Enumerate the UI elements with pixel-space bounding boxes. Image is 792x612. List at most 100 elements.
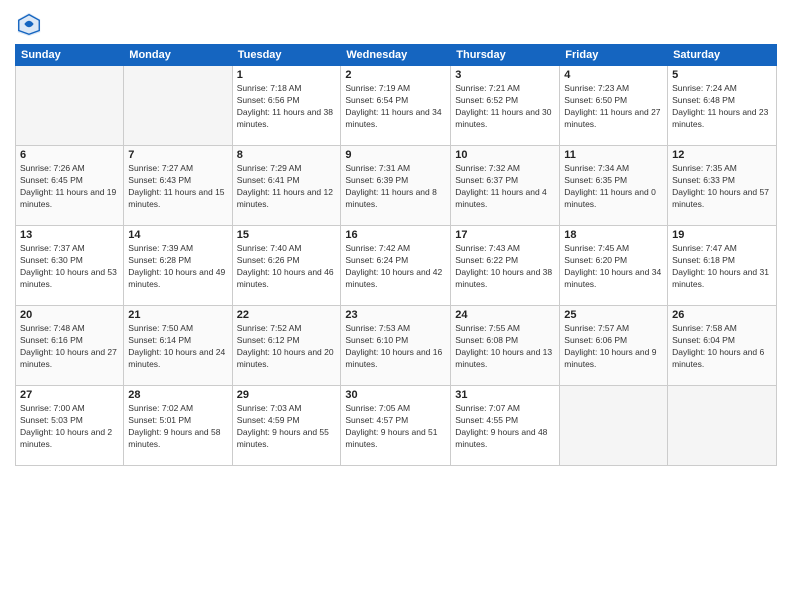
calendar-day-cell [16,66,124,146]
day-info: Sunrise: 7:37 AM Sunset: 6:30 PM Dayligh… [20,243,119,291]
day-info: Sunrise: 7:02 AM Sunset: 5:01 PM Dayligh… [128,403,227,451]
calendar-day-cell: 16Sunrise: 7:42 AM Sunset: 6:24 PM Dayli… [341,226,451,306]
weekday-header: Sunday [16,45,124,66]
day-info: Sunrise: 7:35 AM Sunset: 6:33 PM Dayligh… [672,163,772,211]
day-info: Sunrise: 7:47 AM Sunset: 6:18 PM Dayligh… [672,243,772,291]
day-number: 23 [345,309,446,321]
day-number: 18 [564,229,663,241]
calendar-day-cell: 27Sunrise: 7:00 AM Sunset: 5:03 PM Dayli… [16,386,124,466]
calendar-day-cell: 18Sunrise: 7:45 AM Sunset: 6:20 PM Dayli… [560,226,668,306]
day-number: 19 [672,229,772,241]
calendar-day-cell: 26 Sunrise: 7:58 AM Sunset: 6:04 PM Dayli… [668,306,777,386]
day-info: Sunrise: 7:18 AM Sunset: 6:56 PM Dayligh… [237,83,337,131]
day-number: 22 [237,309,337,321]
weekday-header-row: SundayMondayTuesdayWednesdayThursdayFrid… [16,45,777,66]
day-number: 12 [672,149,772,161]
day-number: 13 [20,229,119,241]
day-info: Sunrise: 7:48 AM Sunset: 6:16 PM Dayligh… [20,323,119,371]
day-info: Sunrise: 7:07 AM Sunset: 4:55 PM Dayligh… [455,403,555,451]
day-info: Sunrise: 7:27 AM Sunset: 6:43 PM Dayligh… [128,163,227,211]
calendar-week-row: 27Sunrise: 7:00 AM Sunset: 5:03 PM Dayli… [16,386,777,466]
day-info: Sunrise: 7:53 AM Sunset: 6:10 PM Dayligh… [345,323,446,371]
day-number: 15 [237,229,337,241]
day-number: 24 [455,309,555,321]
day-info: Sunrise: 7:24 AM Sunset: 6:48 PM Dayligh… [672,83,772,131]
day-info: Sunrise: 7:21 AM Sunset: 6:52 PM Dayligh… [455,83,555,131]
day-info: Sunrise: 7:03 AM Sunset: 4:59 PM Dayligh… [237,403,337,451]
day-number: 14 [128,229,227,241]
calendar-day-cell: 24 Sunrise: 7:55 AM Sunset: 6:08 PM Dayli… [451,306,560,386]
day-number: 4 [564,69,663,81]
calendar-day-cell: 5 Sunrise: 7:24 AM Sunset: 6:48 PM Daylig… [668,66,777,146]
calendar-day-cell: 30Sunrise: 7:05 AM Sunset: 4:57 PM Dayli… [341,386,451,466]
day-info: Sunrise: 7:57 AM Sunset: 6:06 PM Dayligh… [564,323,663,371]
calendar-day-cell: 12 Sunrise: 7:35 AM Sunset: 6:33 PM Dayli… [668,146,777,226]
page-header [15,10,777,38]
weekday-header: Friday [560,45,668,66]
day-number: 20 [20,309,119,321]
day-number: 5 [672,69,772,81]
calendar-day-cell: 9Sunrise: 7:31 AM Sunset: 6:39 PM Daylig… [341,146,451,226]
day-number: 16 [345,229,446,241]
calendar-day-cell: 19 Sunrise: 7:47 AM Sunset: 6:18 PM Dayli… [668,226,777,306]
day-number: 6 [20,149,119,161]
day-number: 26 [672,309,772,321]
calendar-day-cell: 4 Sunrise: 7:23 AM Sunset: 6:50 PM Daylig… [560,66,668,146]
day-info: Sunrise: 7:23 AM Sunset: 6:50 PM Dayligh… [564,83,663,131]
calendar-day-cell [560,386,668,466]
weekday-header: Tuesday [232,45,341,66]
day-number: 28 [128,389,227,401]
day-info: Sunrise: 7:00 AM Sunset: 5:03 PM Dayligh… [20,403,119,451]
weekday-header: Saturday [668,45,777,66]
day-number: 21 [128,309,227,321]
weekday-header: Wednesday [341,45,451,66]
calendar-day-cell: 10 Sunrise: 7:32 AM Sunset: 6:37 PM Dayli… [451,146,560,226]
day-number: 17 [455,229,555,241]
day-number: 25 [564,309,663,321]
calendar-table: SundayMondayTuesdayWednesdayThursdayFrid… [15,44,777,466]
day-info: Sunrise: 7:52 AM Sunset: 6:12 PM Dayligh… [237,323,337,371]
day-info: Sunrise: 7:26 AM Sunset: 6:45 PM Dayligh… [20,163,119,211]
weekday-header: Monday [124,45,232,66]
calendar-day-cell: 20 Sunrise: 7:48 AM Sunset: 6:16 PM Dayli… [16,306,124,386]
calendar-day-cell: 7 Sunrise: 7:27 AM Sunset: 6:43 PM Daylig… [124,146,232,226]
day-number: 31 [455,389,555,401]
calendar-day-cell [668,386,777,466]
day-number: 2 [345,69,446,81]
calendar-day-cell: 6 Sunrise: 7:26 AM Sunset: 6:45 PM Daylig… [16,146,124,226]
calendar-week-row: 20 Sunrise: 7:48 AM Sunset: 6:16 PM Dayli… [16,306,777,386]
calendar-day-cell: 15 Sunrise: 7:40 AM Sunset: 6:26 PM Dayli… [232,226,341,306]
day-number: 3 [455,69,555,81]
calendar-day-cell: 1Sunrise: 7:18 AM Sunset: 6:56 PM Daylig… [232,66,341,146]
calendar-week-row: 6 Sunrise: 7:26 AM Sunset: 6:45 PM Daylig… [16,146,777,226]
day-info: Sunrise: 7:19 AM Sunset: 6:54 PM Dayligh… [345,83,446,131]
logo [15,10,47,38]
day-number: 10 [455,149,555,161]
day-info: Sunrise: 7:39 AM Sunset: 6:28 PM Dayligh… [128,243,227,291]
calendar-week-row: 1Sunrise: 7:18 AM Sunset: 6:56 PM Daylig… [16,66,777,146]
day-info: Sunrise: 7:40 AM Sunset: 6:26 PM Dayligh… [237,243,337,291]
day-number: 8 [237,149,337,161]
calendar-day-cell: 3 Sunrise: 7:21 AM Sunset: 6:52 PM Daylig… [451,66,560,146]
day-number: 7 [128,149,227,161]
day-number: 29 [237,389,337,401]
day-info: Sunrise: 7:55 AM Sunset: 6:08 PM Dayligh… [455,323,555,371]
day-info: Sunrise: 7:43 AM Sunset: 6:22 PM Dayligh… [455,243,555,291]
day-info: Sunrise: 7:58 AM Sunset: 6:04 PM Dayligh… [672,323,772,371]
calendar-day-cell: 21 Sunrise: 7:50 AM Sunset: 6:14 PM Dayli… [124,306,232,386]
day-info: Sunrise: 7:50 AM Sunset: 6:14 PM Dayligh… [128,323,227,371]
calendar-day-cell: 28 Sunrise: 7:02 AM Sunset: 5:01 PM Dayli… [124,386,232,466]
calendar-day-cell: 2 Sunrise: 7:19 AM Sunset: 6:54 PM Daylig… [341,66,451,146]
day-info: Sunrise: 7:34 AM Sunset: 6:35 PM Dayligh… [564,163,663,211]
calendar-day-cell: 29 Sunrise: 7:03 AM Sunset: 4:59 PM Dayli… [232,386,341,466]
day-info: Sunrise: 7:31 AM Sunset: 6:39 PM Dayligh… [345,163,446,211]
calendar-day-cell: 25 Sunrise: 7:57 AM Sunset: 6:06 PM Dayli… [560,306,668,386]
day-info: Sunrise: 7:32 AM Sunset: 6:37 PM Dayligh… [455,163,555,211]
calendar-day-cell [124,66,232,146]
day-number: 11 [564,149,663,161]
calendar-day-cell: 22 Sunrise: 7:52 AM Sunset: 6:12 PM Dayli… [232,306,341,386]
day-number: 30 [345,389,446,401]
calendar-day-cell: 23 Sunrise: 7:53 AM Sunset: 6:10 PM Dayli… [341,306,451,386]
calendar-day-cell: 8Sunrise: 7:29 AM Sunset: 6:41 PM Daylig… [232,146,341,226]
calendar-day-cell: 31 Sunrise: 7:07 AM Sunset: 4:55 PM Dayli… [451,386,560,466]
